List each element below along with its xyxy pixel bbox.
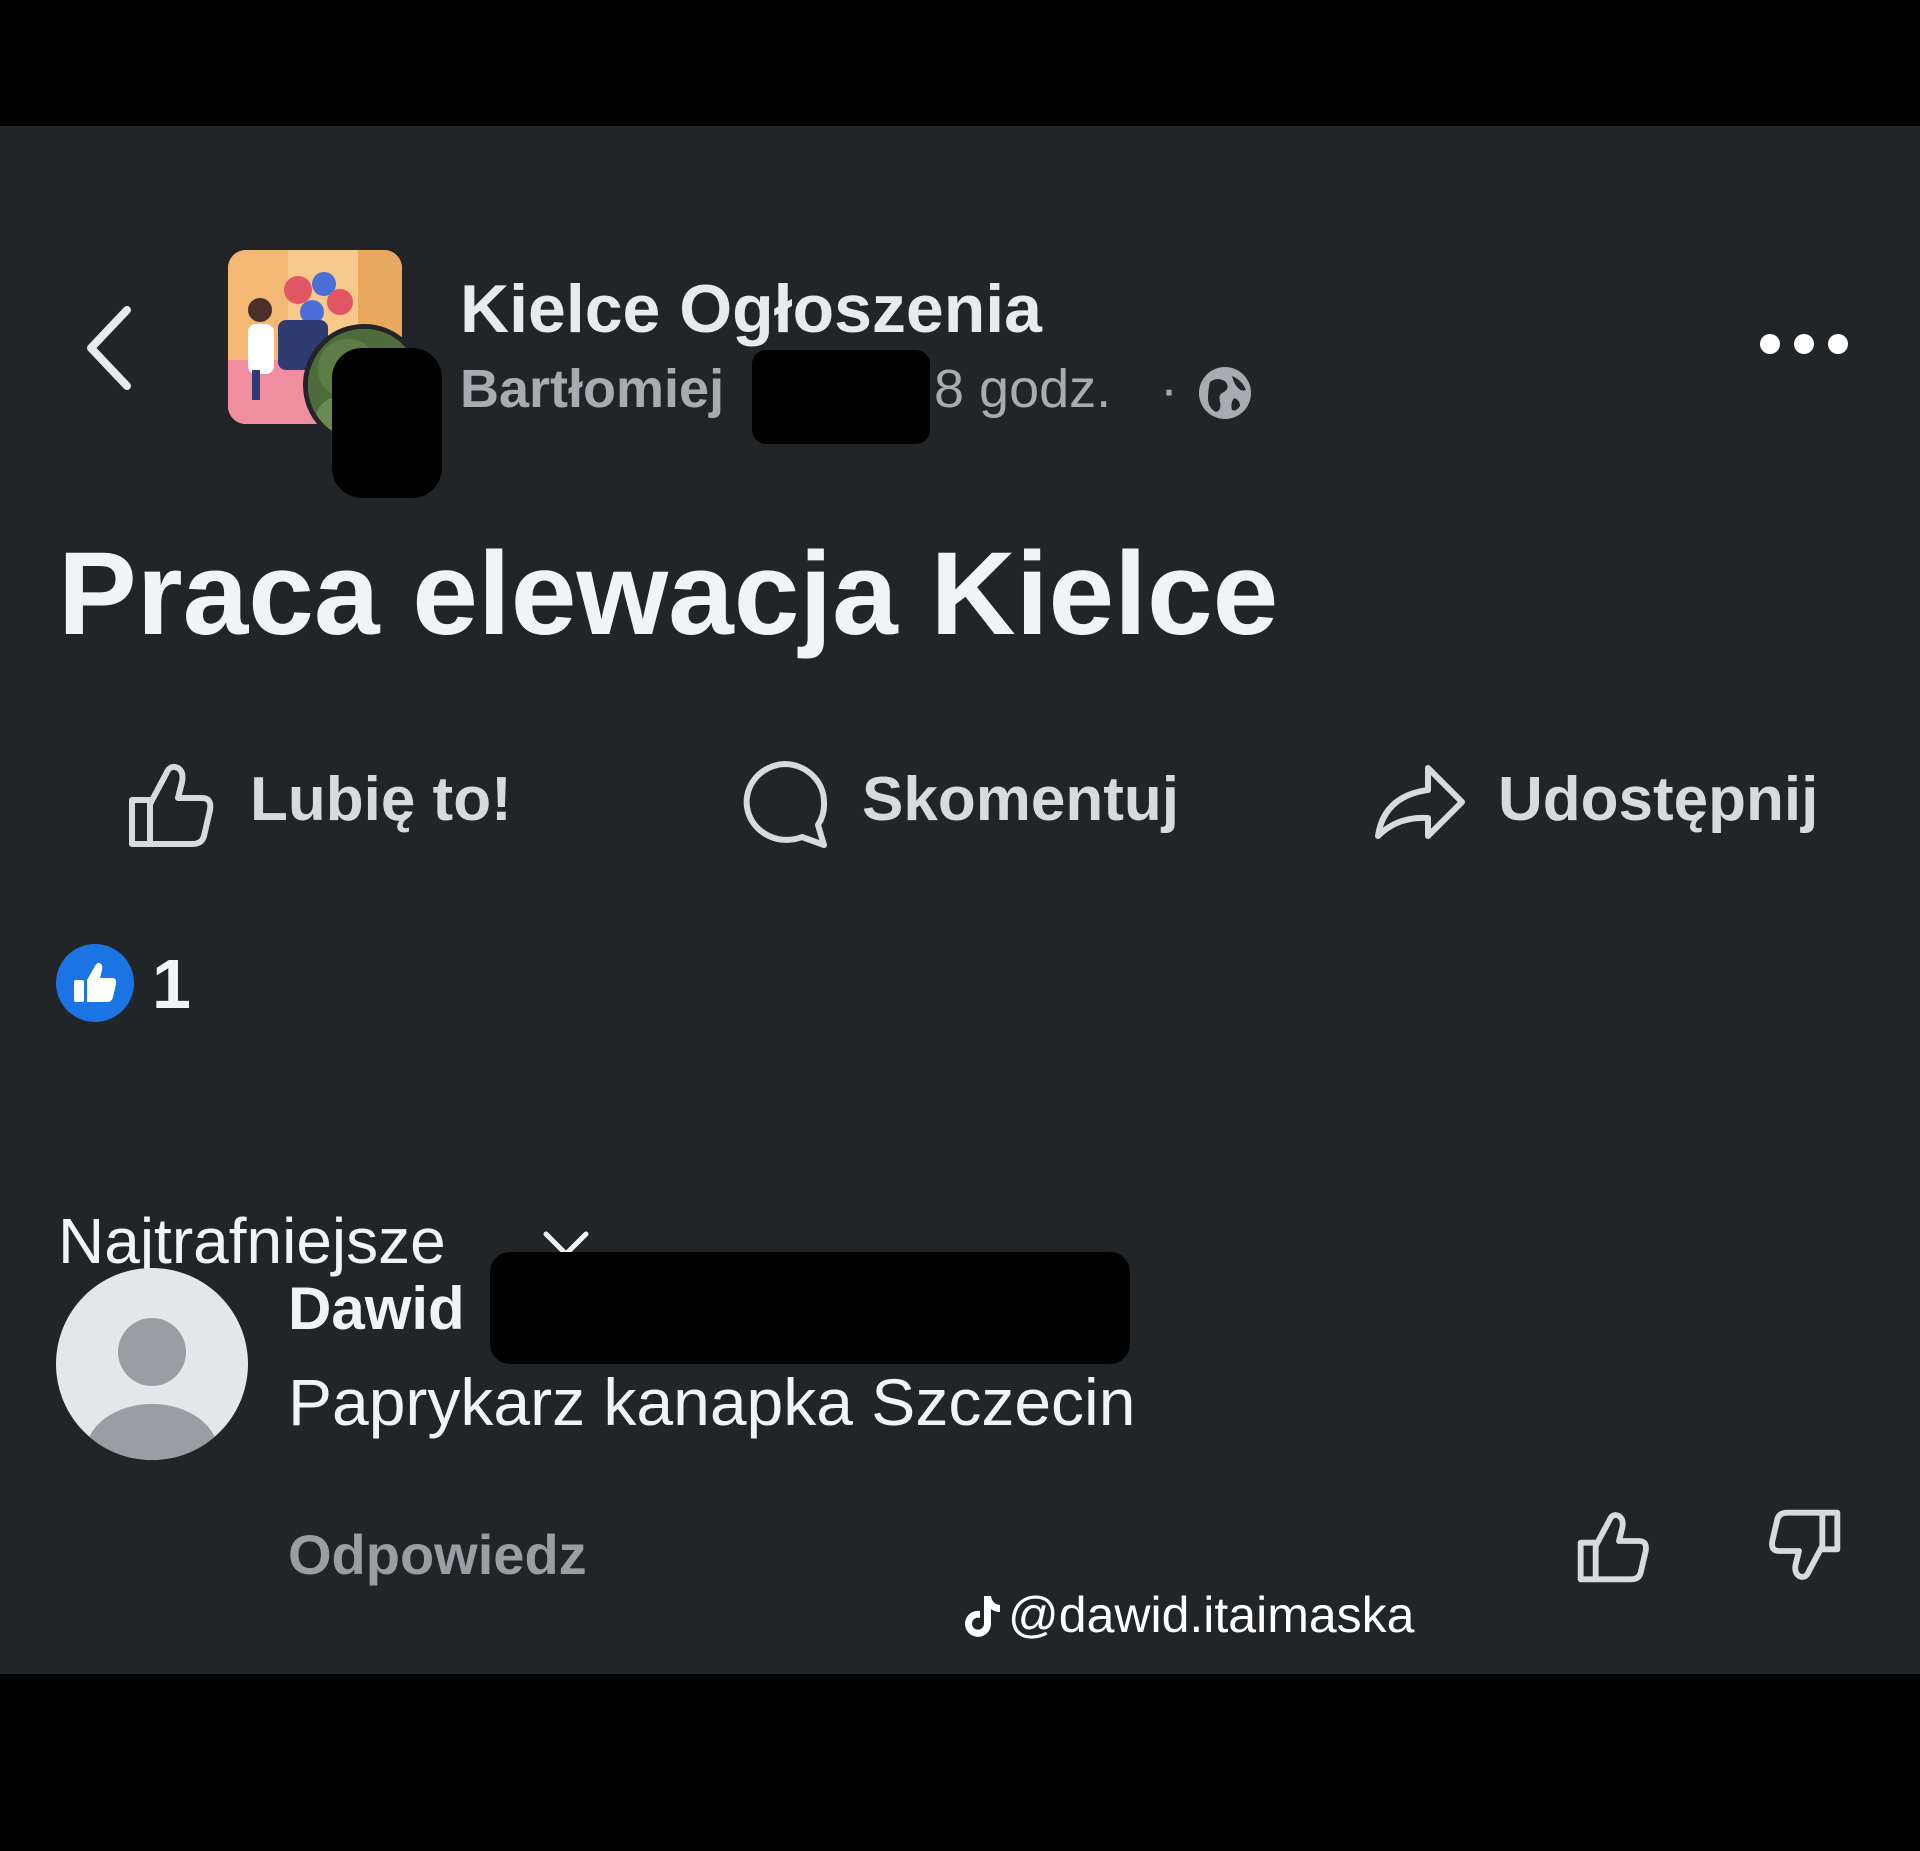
comment-downvote-button[interactable] [1764, 1506, 1844, 1591]
more-horizontal-icon [1760, 334, 1848, 354]
comment-upvote-button[interactable] [1574, 1506, 1654, 1591]
like-button[interactable]: Lubię to! [124, 742, 524, 852]
reaction-count[interactable]: 1 [152, 944, 191, 1024]
share-button[interactable]: Udostępnij [1372, 742, 1842, 852]
like-label: Lubię to! [250, 765, 512, 834]
share-arrow-icon [1375, 765, 1465, 839]
comment-button[interactable]: Skomentuj [736, 742, 1186, 852]
group-name[interactable]: Kielce Ogłoszenia [460, 270, 1042, 348]
share-label: Udostępnij [1498, 765, 1819, 834]
default-user-icon [86, 1318, 218, 1460]
like-reaction-icon[interactable] [56, 944, 134, 1022]
reply-button[interactable]: Odpowiedz [288, 1522, 587, 1587]
watermark-handle: @dawid.itaimaska [1008, 1587, 1415, 1643]
post-screen: Kielce Ogłoszenia Bartłomiej 8 godz. · P… [0, 126, 1920, 1674]
meta-separator: · [1160, 359, 1178, 419]
comment-bubble-icon [743, 761, 828, 848]
redaction-mark [752, 350, 930, 444]
redaction-mark [332, 348, 442, 498]
tiktok-icon [965, 1596, 1000, 1637]
comment-author-avatar[interactable] [56, 1268, 248, 1460]
author-name[interactable]: Bartłomiej [460, 358, 724, 420]
back-button[interactable] [75, 298, 145, 398]
chevron-left-icon [87, 306, 131, 390]
comment-label: Skomentuj [862, 765, 1179, 834]
comment-text: Paprykarz kanapka Szczecin [288, 1365, 1136, 1439]
thumbs-up-icon [1577, 1512, 1649, 1583]
comment-author-name[interactable]: Dawid [288, 1274, 465, 1343]
thumbs-up-icon [129, 763, 214, 847]
redaction-mark [490, 1252, 1130, 1364]
thumbs-down-icon [1769, 1509, 1841, 1580]
post-title: Praca elewacja Kielce [58, 528, 1279, 660]
more-options-button[interactable] [1756, 324, 1852, 364]
sort-label: Najtrafniejsze [58, 1205, 446, 1277]
post-time: 8 godz. [934, 359, 1112, 419]
globe-icon [1199, 367, 1251, 419]
